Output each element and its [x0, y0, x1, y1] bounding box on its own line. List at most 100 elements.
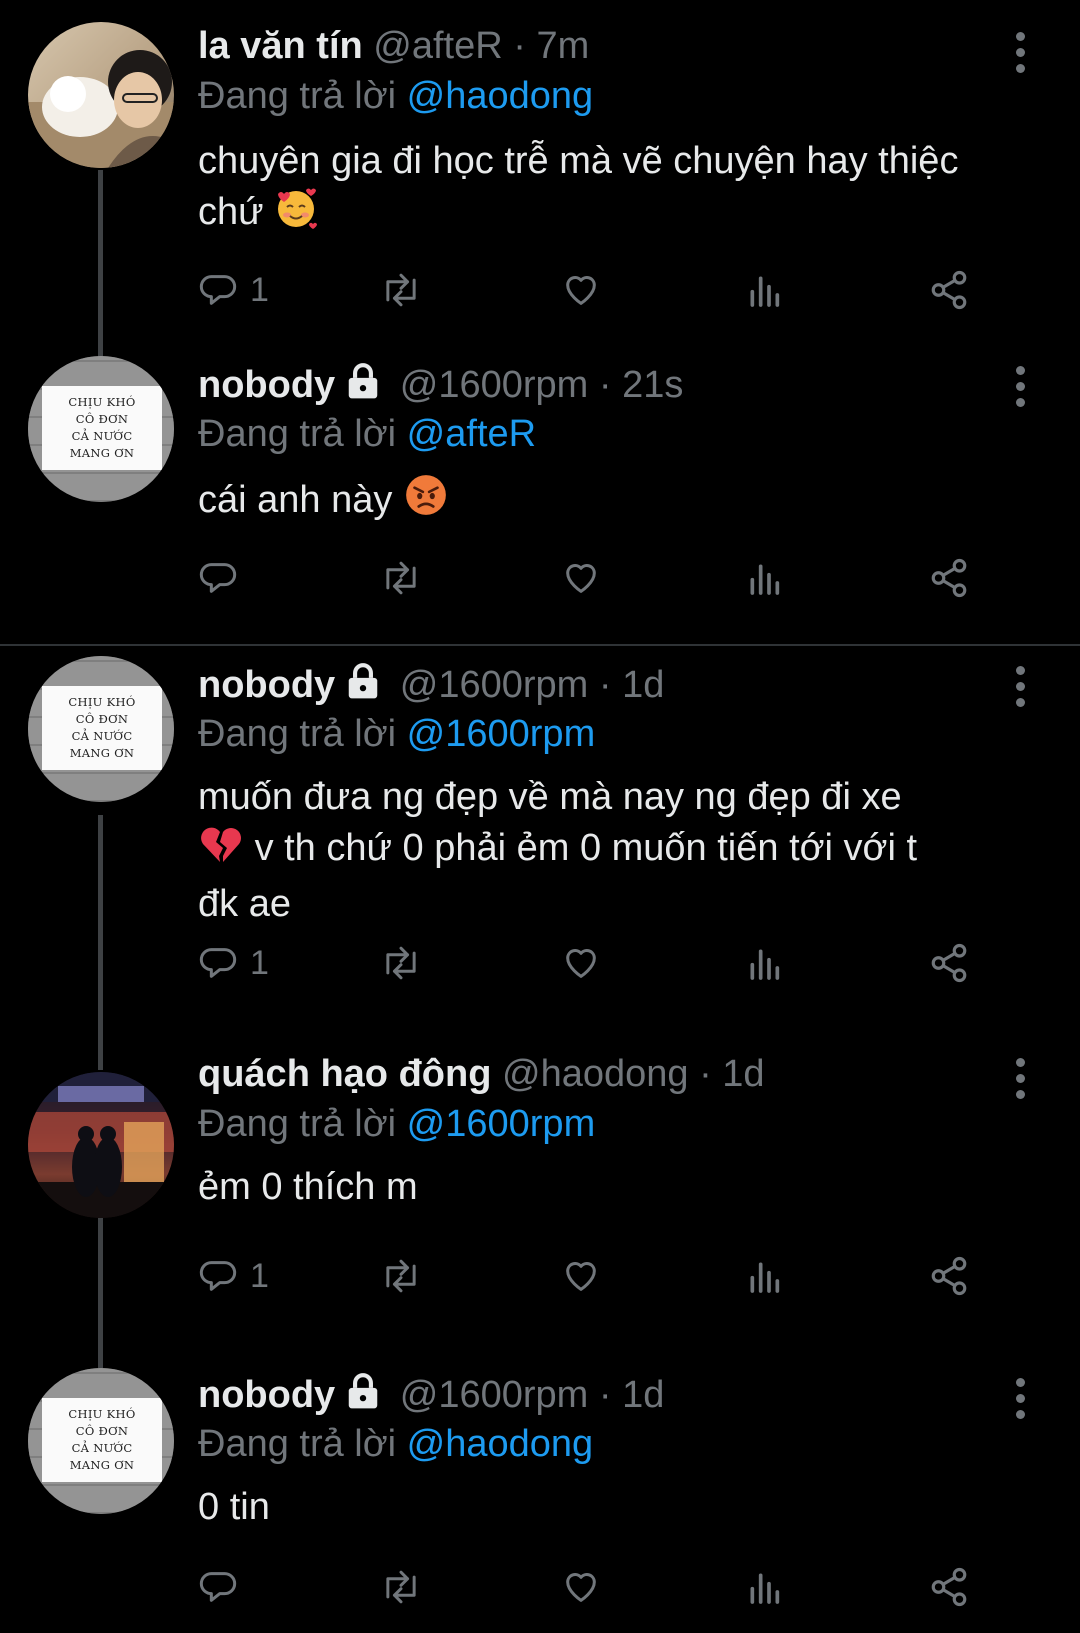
reply-icon: [199, 563, 237, 593]
angry-face-icon: [403, 472, 449, 531]
tweet-text: muốn đưa ng đẹp về mà nay ng đẹp đi xe v…: [198, 772, 1018, 929]
display-name[interactable]: nobody: [198, 664, 335, 706]
avatar[interactable]: CHỊU KHÓ CÔ ĐƠN CẢ NƯỚC MANG ƠN: [28, 656, 174, 802]
display-name[interactable]: quách hạo đông: [198, 1053, 491, 1095]
more-options-icon[interactable]: [1008, 32, 1032, 73]
display-name[interactable]: la văn tín: [198, 25, 363, 67]
tweet-header: nobody @1600rpm · 1d: [198, 1372, 664, 1420]
smiling-face-with-hearts-icon: [274, 186, 318, 243]
share-button[interactable]: [928, 265, 970, 315]
retweet-icon: [386, 1259, 416, 1293]
mention-link[interactable]: @haodong: [407, 75, 594, 117]
views-button[interactable]: [746, 1251, 782, 1301]
views-button[interactable]: [746, 938, 782, 988]
share-button[interactable]: [928, 553, 970, 603]
reply-count: 1: [250, 1256, 269, 1295]
timestamp[interactable]: 1d: [622, 664, 664, 706]
replying-to: Đang trả lời @afteR: [198, 412, 536, 456]
reply-button[interactable]: 1: [198, 265, 269, 315]
mention-link[interactable]: @afteR: [407, 413, 536, 455]
views-button[interactable]: [746, 1562, 782, 1612]
like-button[interactable]: [560, 938, 602, 988]
avatar[interactable]: [28, 1072, 174, 1218]
user-handle[interactable]: @afteR: [373, 25, 502, 67]
avatar[interactable]: CHỊU KHÓ CÔ ĐƠN CẢ NƯỚC MANG ƠN: [28, 356, 174, 502]
user-handle[interactable]: @1600rpm: [400, 664, 589, 706]
more-options-icon[interactable]: [1008, 366, 1032, 407]
tweet[interactable]: CHỊU KHÓ CÔ ĐƠN CẢ NƯỚC MANG ƠN nobody @160…: [0, 350, 1080, 642]
reply-count: 1: [250, 943, 269, 982]
retweet-button[interactable]: [378, 1562, 424, 1612]
tweet-text-line: muốn đưa ng đẹp về mà nay ng đẹp đi xe: [198, 776, 902, 818]
reply-button[interactable]: [198, 553, 250, 603]
reply-button[interactable]: 1: [198, 1251, 269, 1301]
timestamp[interactable]: 1d: [622, 1374, 664, 1416]
more-options-icon[interactable]: [1008, 1378, 1032, 1419]
retweet-icon: [386, 561, 416, 595]
like-button[interactable]: [560, 1251, 602, 1301]
more-options-icon[interactable]: [1008, 1058, 1032, 1099]
timestamp[interactable]: 1d: [722, 1053, 764, 1095]
tweet-text: cái anh này: [198, 472, 1018, 531]
retweet-button[interactable]: [378, 1251, 424, 1301]
heart-icon: [566, 1262, 596, 1291]
like-button[interactable]: [560, 1562, 602, 1612]
lock-icon: [343, 362, 383, 410]
reply-button[interactable]: 1: [198, 938, 269, 988]
analytics-icon: [750, 1573, 780, 1604]
analytics-icon: [750, 949, 780, 980]
share-button[interactable]: [928, 938, 970, 988]
replying-to: Đang trả lời @1600rpm: [198, 1102, 595, 1146]
display-name[interactable]: nobody: [198, 1374, 335, 1416]
display-name[interactable]: nobody: [198, 364, 335, 406]
views-button[interactable]: [746, 553, 782, 603]
user-handle[interactable]: @haodong: [502, 1053, 689, 1095]
replying-to: Đang trả lời @haodong: [198, 1422, 593, 1466]
mention-link[interactable]: @1600rpm: [407, 713, 596, 755]
more-options-icon[interactable]: [1008, 666, 1032, 707]
share-icon: [931, 1567, 967, 1607]
tweet[interactable]: CHỊU KHÓ CÔ ĐƠN CẢ NƯỚC MANG ƠN nobody @160…: [0, 650, 1080, 1045]
tweet-actions: 1: [198, 938, 1028, 988]
tweet-text-line: đk ae: [198, 883, 291, 925]
avatar[interactable]: CHỊU KHÓ CÔ ĐƠN CẢ NƯỚC MANG ƠN: [28, 1368, 174, 1514]
user-handle[interactable]: @1600rpm: [400, 364, 589, 406]
timestamp[interactable]: 21s: [622, 364, 683, 406]
tweet-text-line: v th chứ 0 phải ẻm 0 muốn tiến tới với t: [198, 822, 1018, 879]
share-button[interactable]: [928, 1251, 970, 1301]
tweet[interactable]: CHỊU KHÓ CÔ ĐƠN CẢ NƯỚC MANG ƠN nobody @160…: [0, 1350, 1080, 1633]
views-button[interactable]: [746, 265, 782, 315]
mention-link[interactable]: @haodong: [407, 1423, 594, 1465]
broken-heart-icon: [198, 822, 244, 879]
retweet-button[interactable]: [378, 265, 424, 315]
reply-button[interactable]: [198, 1562, 250, 1612]
separator: ·: [513, 25, 526, 67]
avatar-sign: CHỊU KHÓ CÔ ĐƠN CẢ NƯỚC MANG ƠN: [42, 386, 162, 470]
avatar[interactable]: [28, 22, 174, 168]
analytics-icon: [750, 1262, 780, 1293]
tweet-text-content: 0 tin: [198, 1486, 270, 1528]
replying-to: Đang trả lời @1600rpm: [198, 712, 595, 756]
retweet-icon: [386, 1570, 416, 1604]
retweet-button[interactable]: [378, 938, 424, 988]
reply-icon: [199, 275, 237, 305]
reply-count: 1: [250, 270, 269, 309]
reply-icon: [199, 948, 237, 978]
heart-icon: [566, 1573, 596, 1602]
replying-prefix: Đang trả lời: [198, 413, 397, 455]
mention-link[interactable]: @1600rpm: [407, 1103, 596, 1145]
share-button[interactable]: [928, 1562, 970, 1612]
share-icon: [931, 1256, 967, 1296]
retweet-button[interactable]: [378, 553, 424, 603]
lock-icon: [343, 1372, 383, 1420]
tweet-actions: [198, 553, 1028, 603]
user-handle[interactable]: @1600rpm: [400, 1374, 589, 1416]
like-button[interactable]: [560, 553, 602, 603]
reply-icon: [199, 1261, 237, 1291]
like-button[interactable]: [560, 265, 602, 315]
tweet[interactable]: la văn tín @afteR · 7m Đang trả lời @hao…: [0, 0, 1080, 350]
tweet-header: quách hạo đông @haodong · 1d: [198, 1052, 765, 1096]
timestamp[interactable]: 7m: [536, 25, 589, 67]
tweet[interactable]: quách hạo đông @haodong · 1d Đang trả lờ…: [0, 1045, 1080, 1350]
tweet-text: ẻm 0 thích m: [198, 1162, 1018, 1212]
